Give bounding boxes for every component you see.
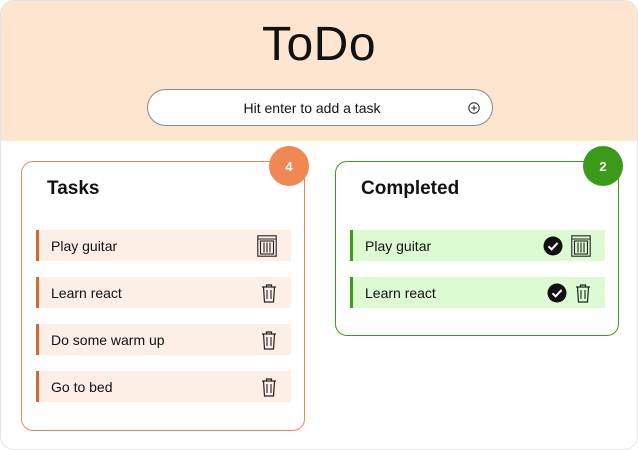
completed-title: Completed <box>361 178 460 199</box>
completed-panel: 2 Completed Play guitar Learn react <box>335 146 623 336</box>
tasks-list: Play guitar Learn react Do some warm up … <box>36 230 291 418</box>
header: ToDo <box>1 1 637 141</box>
app-title: ToDo <box>261 18 377 71</box>
trash-icon[interactable] <box>257 234 277 257</box>
task-item[interactable]: Go to bed <box>36 371 291 402</box>
completed-label: Play guitar <box>365 237 432 254</box>
plus-circle-icon[interactable] <box>468 102 480 114</box>
add-task-box[interactable] <box>147 89 493 126</box>
task-label: Play guitar <box>51 237 118 254</box>
tasks-panel: 4 Tasks Play guitar Learn react Do some … <box>21 146 309 431</box>
trash-icon[interactable] <box>261 283 277 303</box>
tasks-title: Tasks <box>47 178 100 199</box>
task-item[interactable]: Do some warm up <box>36 324 291 355</box>
task-item[interactable]: Learn react <box>36 277 291 308</box>
completed-item[interactable]: Learn react <box>350 277 605 308</box>
trash-icon[interactable] <box>261 377 277 397</box>
todo-app: ToDo 4 Tasks Play guitar <box>0 0 638 450</box>
completed-item[interactable]: Play guitar <box>350 230 605 261</box>
trash-icon[interactable] <box>575 283 591 303</box>
task-label: Go to bed <box>51 378 113 395</box>
completed-list: Play guitar Learn react <box>350 230 605 324</box>
check-circle-icon[interactable] <box>543 236 563 256</box>
task-item[interactable]: Play guitar <box>36 230 291 261</box>
add-task-input[interactable] <box>162 90 462 125</box>
task-label: Do some warm up <box>51 331 165 348</box>
check-circle-icon[interactable] <box>547 283 567 303</box>
task-label: Learn react <box>51 284 122 301</box>
completed-label: Learn react <box>365 284 436 301</box>
trash-icon[interactable] <box>261 330 277 350</box>
completed-count-badge: 2 <box>583 146 623 186</box>
tasks-count-badge: 4 <box>269 146 309 186</box>
trash-icon[interactable] <box>571 234 591 257</box>
